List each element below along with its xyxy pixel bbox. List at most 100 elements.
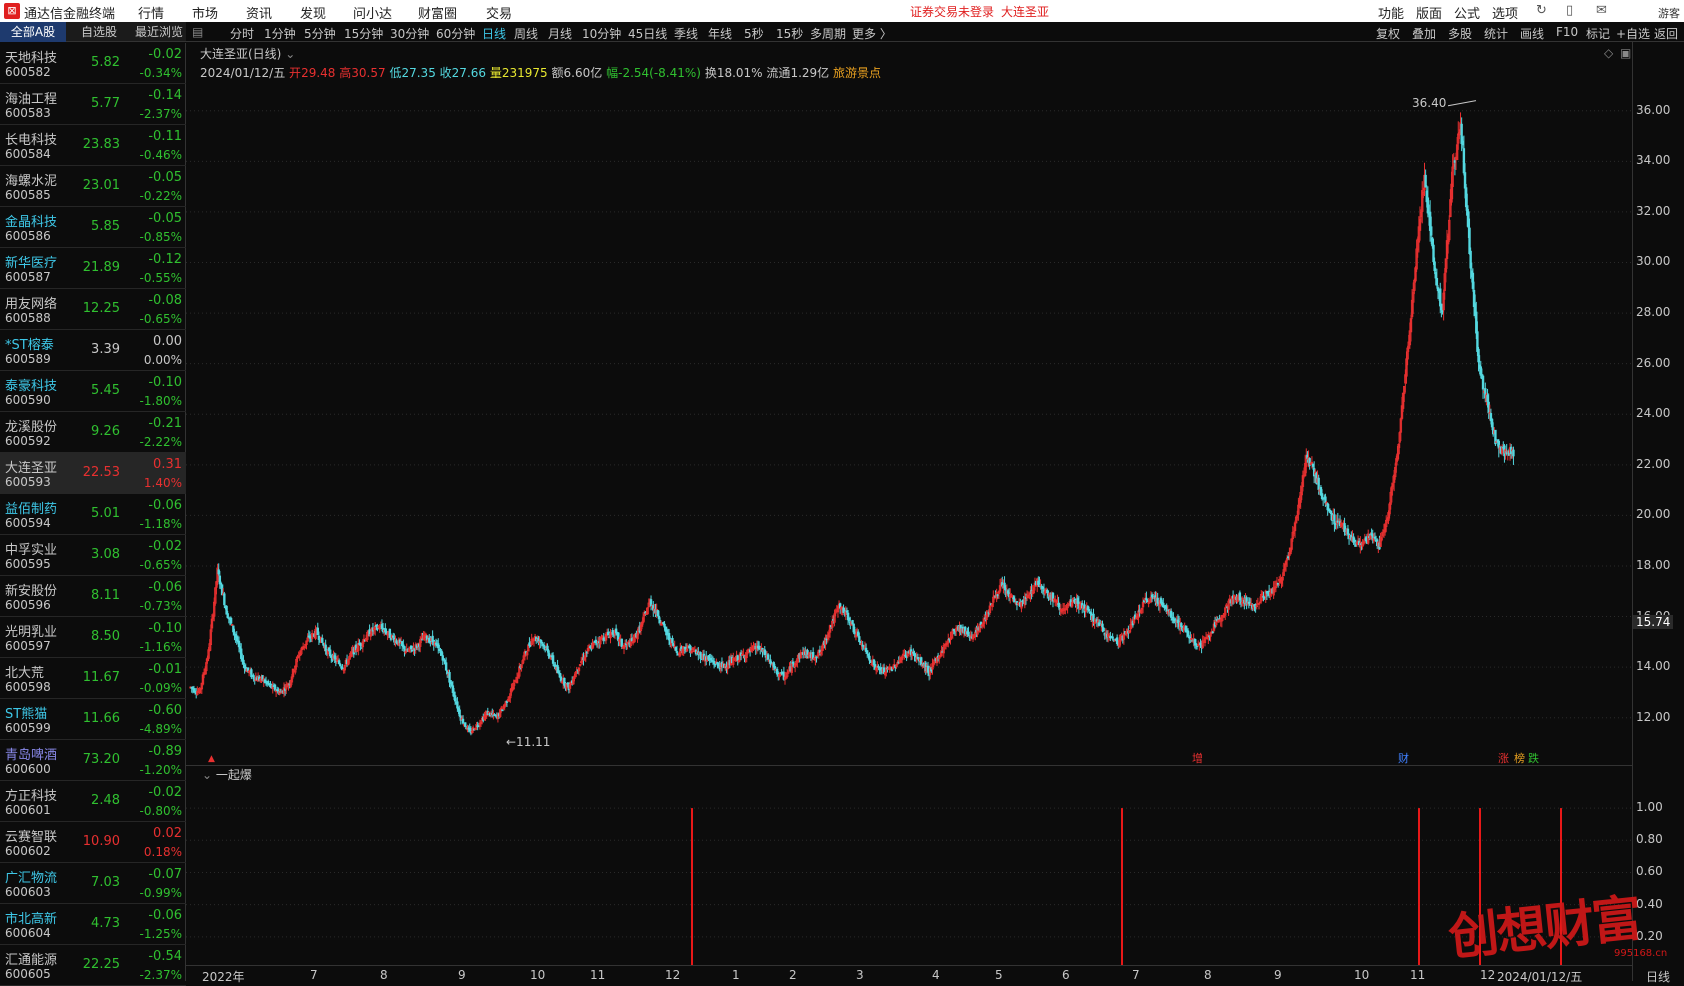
stock-change: -0.11: [148, 129, 182, 144]
tool-fuquan[interactable]: 复权: [1376, 25, 1400, 42]
refresh-icon[interactable]: ↻: [1536, 3, 1547, 18]
stock-list-row[interactable]: 北大荒 600598 11.67 -0.01 -0.09%: [0, 658, 186, 699]
menu-faxian[interactable]: 发现: [300, 3, 326, 22]
event-marker[interactable]: 榜: [1512, 752, 1527, 765]
stock-list-row[interactable]: 市北高新 600604 4.73 -0.06 -1.25%: [0, 904, 186, 945]
period-more[interactable]: 更多 〉: [852, 25, 892, 42]
tool-back[interactable]: 返回: [1654, 25, 1678, 42]
period-1min[interactable]: 1分钟: [264, 25, 296, 42]
period-daily[interactable]: 日线: [482, 25, 506, 42]
stock-list-row[interactable]: 海油工程 600583 5.77 -0.14 -2.37%: [0, 84, 186, 125]
stock-list-row[interactable]: 中孚实业 600595 3.08 -0.02 -0.65%: [0, 535, 186, 576]
stock-list-row[interactable]: *ST榕泰 600589 3.39 0.00 0.00%: [0, 330, 186, 371]
candle: [1290, 538, 1293, 552]
tool-f10[interactable]: F10: [1556, 25, 1578, 39]
event-marker[interactable]: 跌: [1526, 752, 1541, 765]
stock-list-row[interactable]: 龙溪股份 600592 9.26 -0.21 -2.22%: [0, 412, 186, 453]
period-15sec[interactable]: 15秒: [776, 25, 803, 42]
period-60min[interactable]: 60分钟: [436, 25, 475, 42]
stock-list-row[interactable]: 益佰制药 600594 5.01 -0.06 -1.18%: [0, 494, 186, 535]
period-5sec[interactable]: 5秒: [744, 25, 764, 42]
event-marker[interactable]: 增: [1190, 752, 1205, 765]
phone-icon[interactable]: ▯: [1566, 3, 1573, 18]
guest-label[interactable]: 游客: [1658, 5, 1680, 21]
tool-duogu[interactable]: 多股: [1448, 25, 1472, 42]
sector-tag[interactable]: 旅游景点: [833, 66, 881, 80]
tab-all-a-shares[interactable]: 全部A股: [0, 22, 66, 42]
candle: [985, 610, 988, 625]
stock-change: -0.06: [148, 498, 182, 513]
tool-add-watchlist[interactable]: +自选: [1616, 25, 1650, 42]
menu-wenxiaoda[interactable]: 问小达: [353, 3, 392, 22]
stock-list-row[interactable]: 金晶科技 600586 5.85 -0.05 -0.85%: [0, 207, 186, 248]
menu-gongneng[interactable]: 功能: [1378, 3, 1404, 22]
stock-list-row[interactable]: 海螺水泥 600585 23.01 -0.05 -0.22%: [0, 166, 186, 207]
period-multi[interactable]: 多周期: [810, 25, 846, 42]
diamond-icon[interactable]: ◇: [1604, 46, 1613, 60]
menu-zixun[interactable]: 资讯: [246, 3, 272, 22]
menu-banmian[interactable]: 版面: [1416, 3, 1442, 22]
period-quarterly[interactable]: 季线: [674, 25, 698, 42]
menu-jiaoyi[interactable]: 交易: [486, 3, 512, 22]
panel-icon[interactable]: ▣: [1620, 46, 1631, 60]
stock-list-row[interactable]: 云赛智联 600602 10.90 0.02 0.18%: [0, 822, 186, 863]
date-tick-label: 8: [380, 968, 388, 982]
menu-gongshi[interactable]: 公式: [1454, 3, 1480, 22]
sidebar-toggle-icon[interactable]: ▤: [192, 25, 203, 39]
period-10min[interactable]: 10分钟: [582, 25, 621, 42]
stock-list-row[interactable]: ST熊猫 600599 11.66 -0.60 -4.89%: [0, 699, 186, 740]
tool-huaxian[interactable]: 画线: [1520, 25, 1544, 42]
period-fenshi[interactable]: 分时: [230, 25, 254, 42]
price-tick-label: 24.00: [1636, 406, 1671, 421]
period-weekly[interactable]: 周线: [514, 25, 538, 42]
login-notice[interactable]: 证券交易未登录: [910, 3, 994, 20]
period-monthly[interactable]: 月线: [548, 25, 572, 42]
candle: [577, 667, 581, 676]
stock-list-row[interactable]: 光明乳业 600597 8.50 -0.10 -1.16%: [0, 617, 186, 658]
stock-list-row[interactable]: 泰豪科技 600590 5.45 -0.10 -1.80%: [0, 371, 186, 412]
stock-list-row[interactable]: 长电科技 600584 23.83 -0.11 -0.46%: [0, 125, 186, 166]
stock-list-row[interactable]: 新华医疗 600587 21.89 -0.12 -0.55%: [0, 248, 186, 289]
tool-biaoji[interactable]: 标记: [1586, 25, 1610, 42]
tab-watchlist[interactable]: 自选股: [68, 22, 130, 42]
candle: [310, 629, 314, 643]
menu-xuanxiang[interactable]: 选项: [1492, 3, 1518, 22]
stock-list-row[interactable]: 用友网络 600588 12.25 -0.08 -0.65%: [0, 289, 186, 330]
tab-recent[interactable]: 最近浏览: [132, 22, 186, 42]
stock-pct: -0.85%: [139, 230, 182, 244]
close-label: 收: [439, 66, 452, 80]
event-marker[interactable]: 财: [1396, 752, 1411, 765]
date-tick-label: 11: [1410, 968, 1426, 982]
period-30min[interactable]: 30分钟: [390, 25, 429, 42]
candle: [229, 616, 233, 626]
stock-list-row[interactable]: 青岛啤酒 600600 73.20 -0.89 -1.20%: [0, 740, 186, 781]
stock-list-row[interactable]: 汇通能源 600605 22.25 -0.54 -2.37%: [0, 945, 186, 986]
event-marker[interactable]: 涨: [1496, 752, 1511, 765]
period-15min[interactable]: 15分钟: [344, 25, 383, 42]
candle: [314, 625, 317, 641]
period-yearly[interactable]: 年线: [708, 25, 732, 42]
stock-list-row[interactable]: 大连圣亚 600593 22.53 0.31 1.40%: [0, 453, 186, 494]
stock-pct: -2.37%: [139, 968, 182, 982]
chart-dropdown-icon[interactable]: ⌄: [285, 47, 295, 61]
candle: [306, 633, 309, 642]
period-45day[interactable]: 45日线: [628, 25, 667, 42]
stock-price: 8.50: [91, 629, 120, 644]
stock-list-row[interactable]: 方正科技 600601 2.48 -0.02 -0.80%: [0, 781, 186, 822]
kline-chart[interactable]: 36.40 ←11.11: [186, 80, 1632, 765]
period-5min[interactable]: 5分钟: [304, 25, 336, 42]
tool-tongji[interactable]: 统计: [1484, 25, 1508, 42]
stock-list-row[interactable]: 天地科技 600582 5.82 -0.02 -0.34%: [0, 43, 186, 84]
candle: [903, 648, 906, 660]
menu-caifuquan[interactable]: 财富圈: [418, 3, 457, 22]
stock-code: 600595: [5, 557, 51, 571]
mail-icon[interactable]: ✉: [1596, 3, 1607, 18]
stock-code: 600603: [5, 885, 51, 899]
stock-list-row[interactable]: 新安股份 600596 8.11 -0.06 -0.73%: [0, 576, 186, 617]
candle: [429, 635, 432, 647]
menu-hangqing[interactable]: 行情: [138, 3, 164, 22]
menu-shichang[interactable]: 市场: [192, 3, 218, 22]
stock-list-row[interactable]: 广汇物流 600603 7.03 -0.07 -0.99%: [0, 863, 186, 904]
candle: [434, 638, 438, 649]
tool-diejia[interactable]: 叠加: [1412, 25, 1436, 42]
